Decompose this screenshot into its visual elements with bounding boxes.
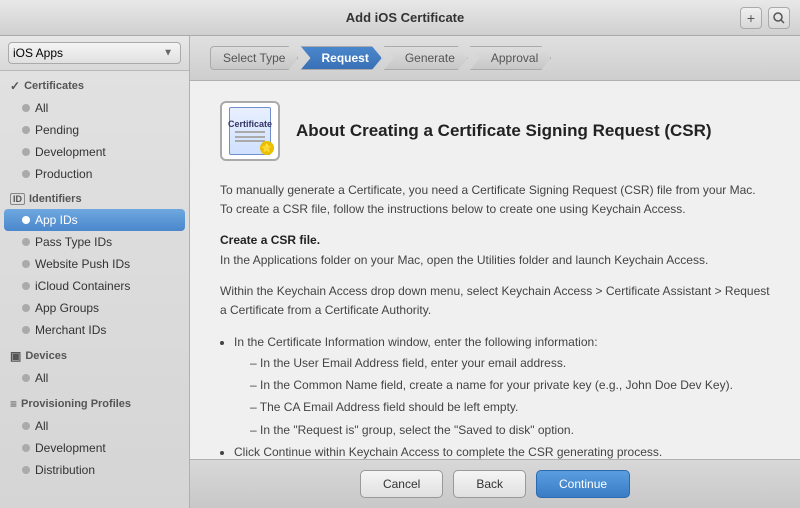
dot-icon	[22, 422, 30, 430]
search-button[interactable]	[768, 7, 790, 29]
section-header-devices: ▣ Devices	[0, 341, 189, 367]
sidebar-item-website-push-ids[interactable]: Website Push IDs	[0, 253, 189, 275]
section-header-provisioning: ≡ Provisioning Profiles	[0, 389, 189, 415]
csr-header-text: Create a CSR file. In the Applications f…	[220, 231, 770, 269]
sidebar-item-all-devices[interactable]: All	[0, 367, 189, 389]
sidebar-item-icloud-containers[interactable]: iCloud Containers	[0, 275, 189, 297]
dot-icon	[22, 148, 30, 156]
dot-icon	[22, 170, 30, 178]
dot-icon	[22, 216, 30, 224]
cert-line2	[235, 136, 265, 138]
app-type-select[interactable]: iOS Apps Mac Apps	[8, 42, 181, 64]
section-header-certificates: ✓ Certificates	[0, 71, 189, 97]
footer: Cancel Back Continue	[190, 459, 800, 508]
sidebar-item-pending[interactable]: Pending	[0, 119, 189, 141]
dot-icon	[22, 304, 30, 312]
dot-icon	[22, 444, 30, 452]
sub-list-1: In the User Email Address field, enter y…	[250, 353, 770, 441]
dot-icon	[22, 126, 30, 134]
title-bar-actions: +	[740, 7, 790, 29]
sidebar-item-development-profiles[interactable]: Development	[0, 437, 189, 459]
dot-icon	[22, 466, 30, 474]
content-title: About Creating a Certificate Signing Req…	[296, 121, 712, 141]
devices-icon: ▣	[10, 349, 21, 363]
dot-icon	[22, 238, 30, 246]
continue-button[interactable]: Continue	[536, 470, 630, 498]
step-approval: Approval	[470, 46, 551, 70]
sub-item-ca-email: The CA Email Address field should be lef…	[250, 397, 770, 417]
sidebar-item-merchant-ids[interactable]: Merchant IDs	[0, 319, 189, 341]
steps-bar: Select Type Request Generate Approval	[190, 36, 800, 81]
certificate-icon: Certificate ⭐	[220, 101, 280, 161]
cert-header: Certificate ⭐ About Creating a Certifica…	[220, 101, 770, 161]
identifiers-icon: ID	[10, 193, 25, 205]
cancel-button[interactable]: Cancel	[360, 470, 443, 498]
dot-icon	[22, 282, 30, 290]
sub-item-request-is: In the "Request is" group, select the "S…	[250, 420, 770, 440]
cert-line1	[235, 131, 265, 133]
add-button[interactable]: +	[740, 7, 762, 29]
step-select-type: Select Type	[210, 46, 298, 70]
sub-item-common-name: In the Common Name field, create a name …	[250, 375, 770, 395]
sidebar-item-app-ids[interactable]: App IDs	[4, 209, 185, 231]
dot-icon	[22, 260, 30, 268]
step-generate: Generate	[384, 46, 468, 70]
cert-badge-icon: ⭐	[260, 141, 274, 155]
sidebar-item-development-cert[interactable]: Development	[0, 141, 189, 163]
dot-icon	[22, 326, 30, 334]
keychain-instruction: Within the Keychain Access drop down men…	[220, 282, 770, 320]
section-header-identifiers: ID Identifiers	[0, 185, 189, 209]
content-body: Certificate ⭐ About Creating a Certifica…	[190, 81, 800, 459]
certificates-icon: ✓	[10, 79, 20, 93]
intro-text: To manually generate a Certificate, you …	[220, 181, 770, 219]
title-bar: Add iOS Certificate +	[0, 0, 800, 36]
dot-icon	[22, 374, 30, 382]
sidebar-item-app-groups[interactable]: App Groups	[0, 297, 189, 319]
sidebar-item-all-profiles[interactable]: All	[0, 415, 189, 437]
sidebar-dropdown-wrapper[interactable]: iOS Apps Mac Apps ▼	[0, 36, 189, 71]
sidebar-item-all-certs[interactable]: All	[0, 97, 189, 119]
sidebar-item-distribution[interactable]: Distribution	[0, 459, 189, 481]
step-request: Request	[300, 46, 381, 70]
main-layout: iOS Apps Mac Apps ▼ ✓ Certificates All P…	[0, 36, 800, 508]
sidebar-item-pass-type-ids[interactable]: Pass Type IDs	[0, 231, 189, 253]
content-area: Select Type Request Generate Approval Ce…	[190, 36, 800, 508]
sidebar-item-production[interactable]: Production	[0, 163, 189, 185]
bullet-item-1: In the Certificate Information window, e…	[234, 332, 770, 440]
cert-inner-label: Certificate	[228, 119, 272, 129]
bullet-item-2: Click Continue within Keychain Access to…	[234, 442, 770, 459]
sidebar: iOS Apps Mac Apps ▼ ✓ Certificates All P…	[0, 36, 190, 508]
back-button[interactable]: Back	[453, 470, 526, 498]
sub-item-email: In the User Email Address field, enter y…	[250, 353, 770, 373]
provisioning-icon: ≡	[10, 397, 17, 411]
window-title: Add iOS Certificate	[70, 10, 740, 25]
bullet-list: In the Certificate Information window, e…	[234, 332, 770, 459]
dot-icon	[22, 104, 30, 112]
